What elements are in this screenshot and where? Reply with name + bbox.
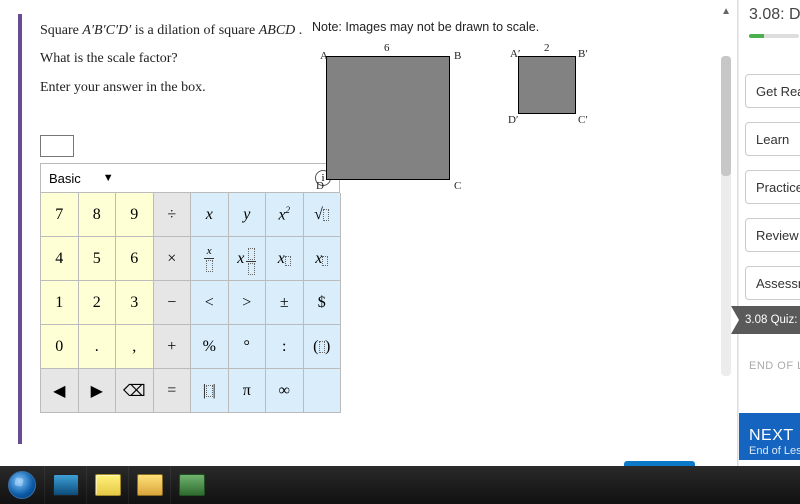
label-ap: A′ bbox=[510, 48, 520, 60]
label-dp: D′ bbox=[508, 114, 518, 126]
key-lt[interactable]: < bbox=[191, 281, 229, 325]
key-percent[interactable]: % bbox=[191, 325, 229, 369]
nav-quiz-active[interactable]: 3.08 Quiz: bbox=[731, 306, 800, 334]
key-fraction[interactable]: x bbox=[191, 237, 229, 281]
key-5[interactable]: 5 bbox=[79, 237, 117, 281]
taskbar-item-explorer[interactable] bbox=[128, 466, 170, 504]
taskbar-item-pictures[interactable] bbox=[170, 466, 212, 504]
taskbar-item-desktop[interactable] bbox=[44, 466, 86, 504]
key-left[interactable]: ◀ bbox=[41, 369, 79, 413]
nav-assessment[interactable]: Assessme bbox=[745, 266, 800, 300]
label-cp: C′ bbox=[578, 114, 588, 126]
desktop-icon bbox=[53, 474, 79, 496]
key-degree[interactable]: ° bbox=[229, 325, 267, 369]
key-inf[interactable]: ∞ bbox=[266, 369, 304, 413]
progress-bar bbox=[749, 34, 799, 38]
key-pm[interactable]: ± bbox=[266, 281, 304, 325]
text: is a dilation of square bbox=[131, 23, 259, 38]
scrollbar[interactable] bbox=[721, 56, 731, 376]
key-2[interactable]: 2 bbox=[79, 281, 117, 325]
nav-get-ready[interactable]: Get Read bbox=[745, 74, 800, 108]
key-0[interactable]: 0 bbox=[41, 325, 79, 369]
nav-learn[interactable]: Learn bbox=[745, 122, 800, 156]
label-side-2: 2 bbox=[544, 42, 550, 54]
taskbar-item-notes[interactable] bbox=[86, 466, 128, 504]
key-y[interactable]: y bbox=[229, 193, 267, 237]
key-minus[interactable]: − bbox=[154, 281, 192, 325]
start-button[interactable] bbox=[0, 466, 44, 504]
key-plus[interactable]: + bbox=[154, 325, 192, 369]
key-comma[interactable]: , bbox=[116, 325, 154, 369]
text: Square bbox=[40, 23, 82, 38]
label-side-6: 6 bbox=[384, 42, 390, 54]
key-paren[interactable]: ( ) bbox=[304, 325, 342, 369]
folder-icon bbox=[137, 474, 163, 496]
next-sublabel: End of Less bbox=[749, 445, 800, 457]
label-b: B bbox=[454, 50, 461, 62]
key-9[interactable]: 9 bbox=[116, 193, 154, 237]
key-gt[interactable]: > bbox=[229, 281, 267, 325]
accent-bar bbox=[18, 14, 22, 444]
scrollbar-thumb[interactable] bbox=[721, 56, 731, 176]
label-a: A bbox=[320, 50, 328, 62]
key-x-squared[interactable]: x2 bbox=[266, 193, 304, 237]
label-c: C bbox=[454, 180, 461, 192]
text: . bbox=[295, 23, 302, 38]
picture-icon bbox=[179, 474, 205, 496]
nav-practice[interactable]: Practice bbox=[745, 170, 800, 204]
key-4[interactable]: 4 bbox=[41, 237, 79, 281]
key-7[interactable]: 7 bbox=[41, 193, 79, 237]
main-content: ▲ Square A′B′C′D′ is a dilation of squar… bbox=[0, 0, 738, 504]
key-backspace[interactable]: ⌫ bbox=[116, 369, 154, 413]
nav-review[interactable]: Review bbox=[745, 218, 800, 252]
key-6[interactable]: 6 bbox=[116, 237, 154, 281]
mode-select[interactable]: Basic ▼ bbox=[49, 171, 114, 186]
scale-note: Note: Images may not be drawn to scale. bbox=[312, 20, 539, 34]
key-pi[interactable]: π bbox=[229, 369, 267, 413]
lesson-title: 3.08: Dil bbox=[749, 6, 800, 24]
taskbar[interactable] bbox=[0, 466, 800, 504]
key-x[interactable]: x bbox=[191, 193, 229, 237]
square-abcd bbox=[326, 56, 450, 180]
key-blank bbox=[304, 369, 342, 413]
square-aprime bbox=[518, 56, 576, 114]
key-divide[interactable]: ÷ bbox=[154, 193, 192, 237]
key-power[interactable]: x bbox=[266, 237, 304, 281]
prime-square: A′B′C′D′ bbox=[82, 23, 131, 38]
key-dollar[interactable]: $ bbox=[304, 281, 342, 325]
key-dot[interactable]: . bbox=[79, 325, 117, 369]
mode-label: Basic bbox=[49, 171, 81, 186]
key-subscript[interactable]: x bbox=[304, 237, 342, 281]
answer-input[interactable] bbox=[40, 135, 74, 157]
next-label: NEXT bbox=[749, 427, 800, 445]
chevron-down-icon: ▼ bbox=[103, 172, 114, 184]
keypad-header: Basic ▼ i bbox=[40, 163, 340, 193]
key-multiply[interactable]: × bbox=[154, 237, 192, 281]
scroll-up-caret[interactable]: ▲ bbox=[721, 6, 731, 17]
sticky-note-icon bbox=[95, 474, 121, 496]
lesson-nav: 3.08: Dil Get Read Learn Practice Review… bbox=[738, 0, 800, 504]
end-of-lesson-label: END OF LES bbox=[749, 360, 800, 372]
label-bp: B′ bbox=[578, 48, 588, 60]
next-lesson-button[interactable]: NEXT End of Less bbox=[739, 413, 800, 460]
key-right[interactable]: ▶ bbox=[79, 369, 117, 413]
label-d: D bbox=[316, 180, 324, 192]
key-sqrt[interactable]: √ bbox=[304, 193, 342, 237]
key-equals[interactable]: = bbox=[154, 369, 192, 413]
key-3[interactable]: 3 bbox=[116, 281, 154, 325]
key-1[interactable]: 1 bbox=[41, 281, 79, 325]
key-8[interactable]: 8 bbox=[79, 193, 117, 237]
key-colon[interactable]: : bbox=[266, 325, 304, 369]
key-abs[interactable]: | | bbox=[191, 369, 229, 413]
key-mixed[interactable]: x bbox=[229, 237, 267, 281]
math-keypad: 7 8 9 ÷ x y x2 √ 4 5 6 × x x x x 1 2 bbox=[40, 193, 341, 413]
orig-square: ABCD bbox=[259, 23, 296, 38]
